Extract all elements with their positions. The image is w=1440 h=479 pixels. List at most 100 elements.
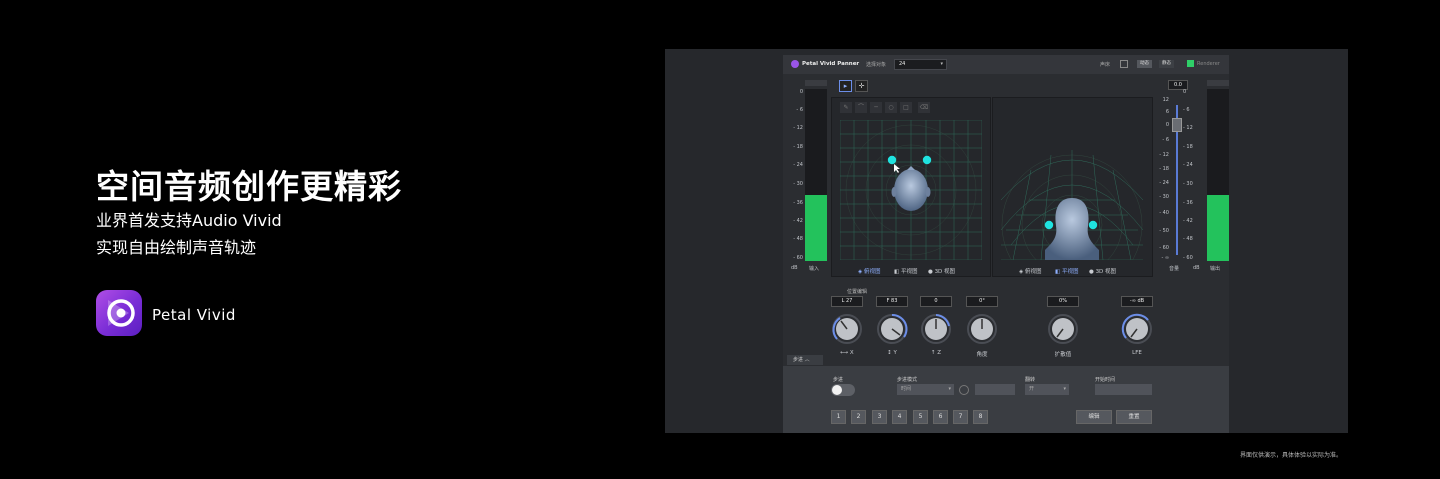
volume-slider-handle[interactable] xyxy=(1172,118,1182,132)
bed-label: 声床 xyxy=(1100,62,1111,68)
angle-knob-label: 角度 xyxy=(976,352,988,358)
step-number-button[interactable]: 6 xyxy=(933,410,948,424)
step-mode-select[interactable]: 时间 ▾ xyxy=(897,384,954,395)
start-time-field[interactable] xyxy=(1095,384,1152,395)
edit-button[interactable]: 编辑 xyxy=(1076,410,1112,424)
step-number-button[interactable]: 7 xyxy=(953,410,968,424)
volume-label: 音量 xyxy=(1169,266,1180,272)
promo-subtitle-1: 业界首发支持Audio Vivid xyxy=(96,211,282,230)
scale-tick: - 30 xyxy=(793,181,803,187)
step-number-button[interactable]: 2 xyxy=(851,410,866,424)
scale-tick: - 48 xyxy=(1183,236,1193,242)
move-tool-button[interactable]: ✛ xyxy=(855,80,868,92)
scale-tick: - 36 xyxy=(1183,200,1193,206)
input-meter-label: 输入 xyxy=(809,266,820,272)
scale-tick: - 24 xyxy=(793,162,803,168)
spread-knob[interactable] xyxy=(1047,313,1079,345)
circle-tool-icon[interactable]: ○ xyxy=(885,102,897,113)
scale-tick: - 40 xyxy=(1159,210,1169,216)
front-view-panel: ◈ 俯视图 ◧ 平视图 ● 3D 视图 xyxy=(992,97,1153,277)
select-tool-button[interactable]: ▸ xyxy=(839,80,852,92)
flip-value: 开 xyxy=(1029,386,1035,392)
object-select-value: 24 xyxy=(899,61,906,67)
step-number-button[interactable]: 3 xyxy=(872,410,887,424)
y-knob[interactable] xyxy=(876,313,908,345)
output-meter xyxy=(1207,89,1229,261)
scale-tick: - 50 xyxy=(1159,228,1169,234)
db-label-left: dB xyxy=(791,265,798,271)
dynamic-button[interactable]: 动态 xyxy=(1137,60,1152,68)
input-meter-level xyxy=(805,195,827,261)
view-tab-3d-2-label: 3D 视图 xyxy=(1095,269,1117,275)
static-button[interactable]: 静态 xyxy=(1159,60,1174,68)
z-knob-label: ↑ Z xyxy=(930,350,942,356)
rect-tool-icon[interactable]: □ xyxy=(900,102,912,113)
scale-tick: - 24 xyxy=(1159,180,1169,186)
scale-tick: - 36 xyxy=(793,200,803,206)
start-time-label: 开始时间 xyxy=(1095,377,1116,383)
object-select[interactable]: 24 ▾ xyxy=(894,59,947,70)
plugin-window: Petal Vivid Panner 选择对象 24 ▾ 声床 动态 静态 Re… xyxy=(783,55,1229,433)
step-number-button[interactable]: 1 xyxy=(831,410,846,424)
input-meter-peak xyxy=(805,80,827,86)
step-tab-label: 步进 xyxy=(793,357,804,363)
renderer-label: Renderer xyxy=(1197,61,1220,67)
output-meter-label: 输出 xyxy=(1210,266,1221,272)
view-tab-front-label: 平视图 xyxy=(900,269,918,275)
view-tab-front-2[interactable]: ◧ 平视图 xyxy=(1055,267,1078,275)
step-value-field[interactable] xyxy=(975,384,1015,395)
step-number-button[interactable]: 8 xyxy=(973,410,988,424)
view-tab-3d-2[interactable]: ● 3D 视图 xyxy=(1089,267,1116,275)
output-meter-peak xyxy=(1207,80,1229,86)
scale-tick: 0 xyxy=(1165,122,1169,128)
line-tool-icon[interactable]: ─ xyxy=(870,102,882,113)
lfe-value-field[interactable]: -∞ dB xyxy=(1121,296,1153,307)
scale-tick: - 42 xyxy=(793,218,803,224)
angle-value-field[interactable]: 0° xyxy=(966,296,998,307)
eraser-tool-icon[interactable]: ⌫ xyxy=(918,102,930,113)
z-value-field[interactable]: 0 xyxy=(920,296,952,307)
lfe-knob-label: LFE xyxy=(1132,350,1142,356)
flip-select[interactable]: 开 ▾ xyxy=(1025,384,1069,395)
scale-tick: - 30 xyxy=(1183,181,1193,187)
x-value-field[interactable]: L 27 xyxy=(831,296,863,307)
scale-tick: - 60 xyxy=(1159,245,1169,251)
app-name: Petal Vivid xyxy=(152,306,236,324)
reset-button[interactable]: 重置 xyxy=(1116,410,1152,424)
view-tab-top-2[interactable]: ◈ 俯视图 xyxy=(1019,267,1042,275)
bed-checkbox[interactable] xyxy=(1120,60,1128,68)
step-label: 步进 xyxy=(833,377,844,383)
step-number-button[interactable]: 5 xyxy=(913,410,928,424)
pen-tool-icon[interactable]: ✎ xyxy=(840,102,852,113)
view-tab-top-2-label: 俯视图 xyxy=(1024,269,1042,275)
volume-scale: 12 6 0 - 6 - 12 - 18 - 24 - 30 - 40 - 50… xyxy=(1153,95,1169,265)
step-number-button[interactable]: 4 xyxy=(892,410,907,424)
scale-tick: 12 xyxy=(1162,97,1169,103)
chevron-down-icon: ▾ xyxy=(948,386,951,392)
renderer-checkbox[interactable] xyxy=(1187,60,1194,67)
x-knob[interactable] xyxy=(831,313,863,345)
z-knob[interactable] xyxy=(920,313,952,345)
promo-title: 空间音频创作更精彩 xyxy=(96,167,402,206)
input-meter-scale: 0 - 6 - 12 - 18 - 24 - 30 - 36 - 42 - 48… xyxy=(783,89,803,261)
view-tab-top[interactable]: ◈ 俯视图 xyxy=(858,267,881,275)
front-view-grid[interactable] xyxy=(1001,120,1143,260)
spread-knob-label: 扩散值 xyxy=(1054,352,1072,358)
angle-knob[interactable] xyxy=(966,313,998,345)
scale-tick: - 60 xyxy=(793,255,803,261)
step-toggle[interactable] xyxy=(831,384,855,396)
input-meter xyxy=(805,89,827,261)
chevron-down-icon: ▾ xyxy=(1063,386,1066,392)
db-label-right: dB xyxy=(1193,265,1200,271)
step-tab[interactable]: 步进 ︿ xyxy=(787,355,823,365)
y-value-field[interactable]: F 83 xyxy=(876,296,908,307)
scale-tick: - 18 xyxy=(793,144,803,150)
spread-value-field[interactable]: 0% xyxy=(1047,296,1079,307)
lfe-knob[interactable] xyxy=(1121,313,1153,345)
brush-tool-icon[interactable]: ⌒ xyxy=(855,102,867,113)
top-view-grid[interactable] xyxy=(840,120,982,260)
y-knob-label: ↕ Y xyxy=(887,350,897,356)
view-tab-front[interactable]: ◧ 平视图 xyxy=(894,267,917,275)
view-tab-3d[interactable]: ● 3D 视图 xyxy=(928,267,955,275)
flip-label: 翻转 xyxy=(1025,377,1036,383)
